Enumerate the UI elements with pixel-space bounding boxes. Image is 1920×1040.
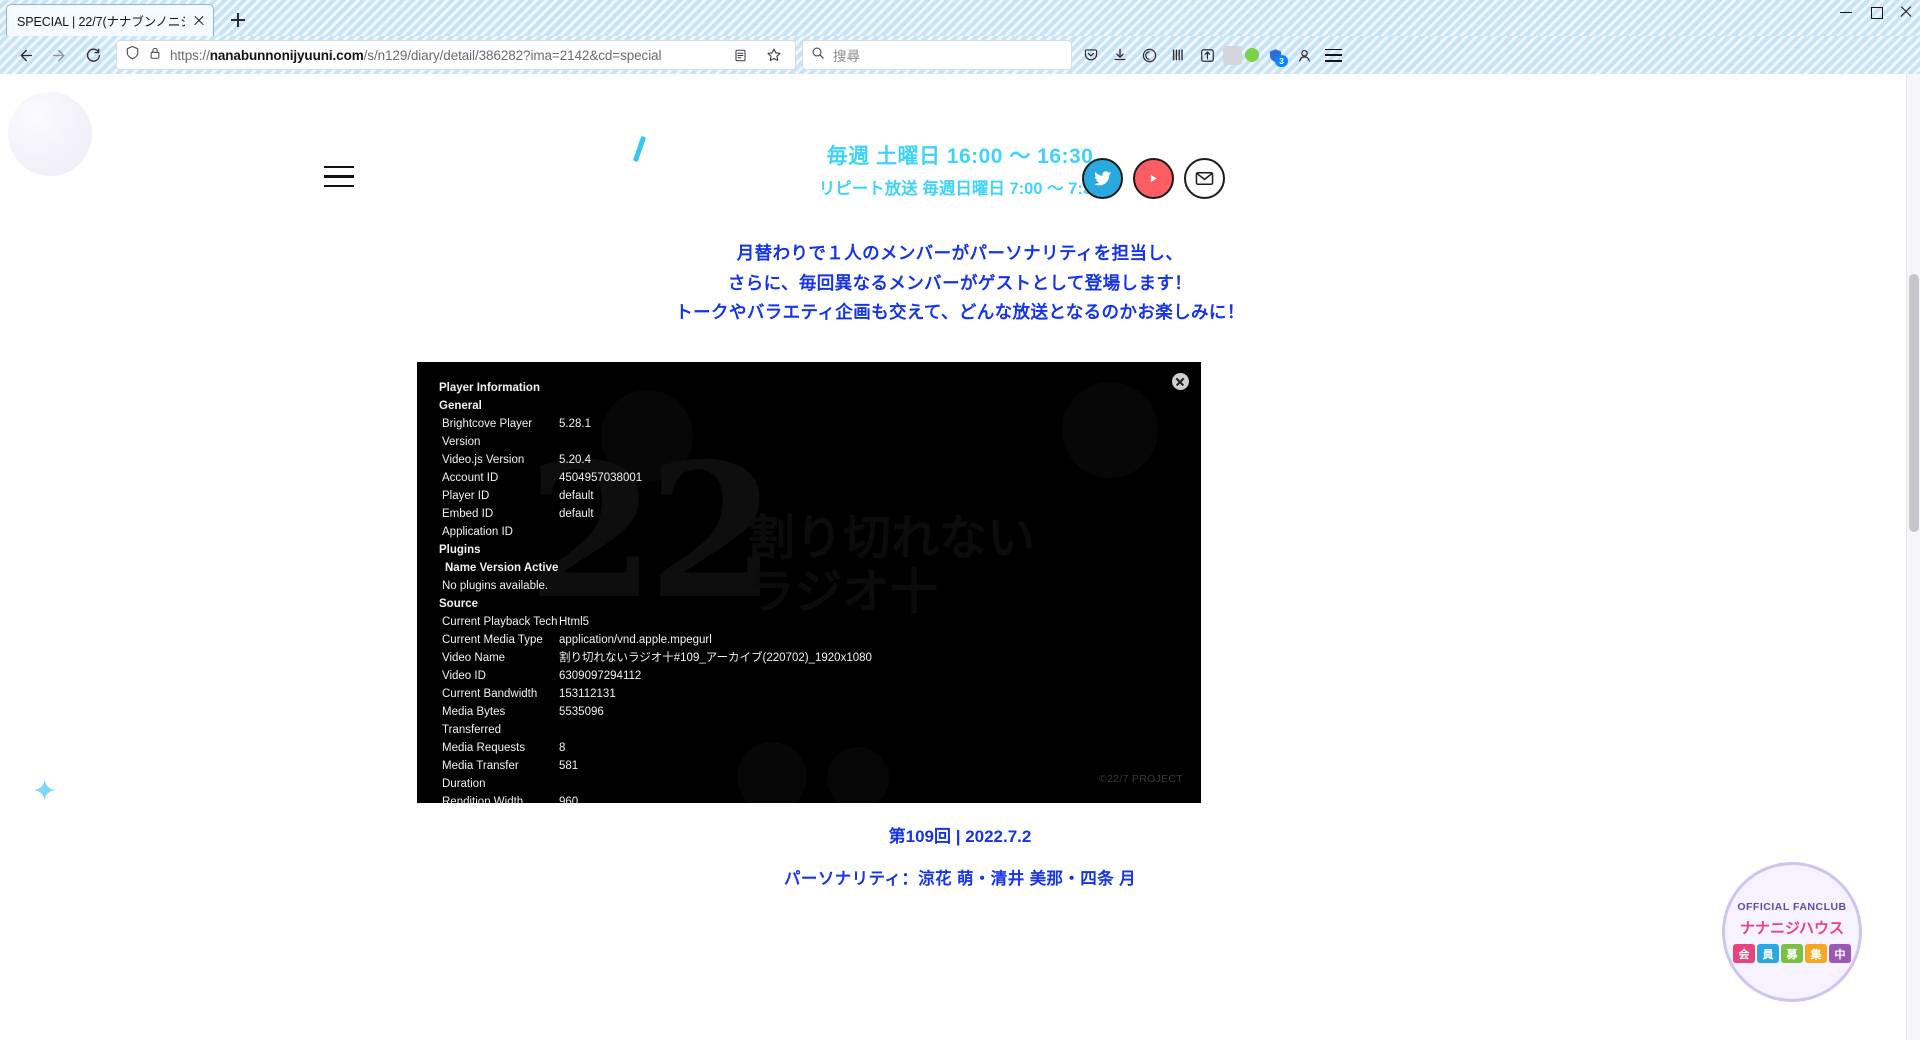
social-links bbox=[1082, 158, 1225, 199]
reader-view-icon[interactable] bbox=[727, 42, 753, 68]
info-row: Video ID 6309097294112 bbox=[442, 670, 642, 682]
address-bar[interactable]: https://nanabunnonijyuuni.com/s/n129/dia… bbox=[116, 40, 796, 70]
tab-strip: SPECIAL | 22/7(ナナブンノニジュウ bbox=[0, 0, 1920, 36]
tab-title: SPECIAL | 22/7(ナナブンノニジュウ bbox=[17, 15, 185, 29]
info-row: Media Bytes Transferred 5535096 bbox=[442, 706, 604, 736]
section-heading-general: General bbox=[439, 400, 482, 412]
forward-button[interactable] bbox=[42, 40, 76, 70]
section-heading-source: Source bbox=[439, 598, 478, 610]
navigation-toolbar: https://nanabunnonijyuuni.com/s/n129/dia… bbox=[0, 36, 1920, 74]
search-icon bbox=[811, 46, 825, 65]
window-controls bbox=[1838, 4, 1914, 20]
star-icon[interactable] bbox=[761, 42, 787, 68]
search-input[interactable]: 搜尋 bbox=[833, 45, 860, 65]
fanclub-chip: 集 bbox=[1805, 944, 1827, 963]
fanclub-chip: 中 bbox=[1829, 944, 1851, 963]
fanclub-chip: 員 bbox=[1757, 944, 1779, 963]
grid-icon[interactable] bbox=[1165, 42, 1191, 68]
schedule-line-1: 毎週 土曜日 16:00 〜 16:30 bbox=[826, 145, 1094, 168]
green-dot-icon[interactable] bbox=[1245, 48, 1259, 62]
url-text: https://nanabunnonijyuuni.com/s/n129/dia… bbox=[170, 47, 662, 63]
video-player[interactable]: 22 割り切れない ラジオ十 ©22/7 PROJECT Player Info… bbox=[417, 362, 1201, 803]
back-button[interactable] bbox=[8, 40, 42, 70]
fanclub-name: ナナニジハウス bbox=[1739, 920, 1845, 937]
notification-badge: 3 bbox=[1275, 55, 1288, 67]
info-row: Embed ID default bbox=[442, 508, 594, 520]
info-row: Current Playback Tech Html5 bbox=[442, 616, 590, 628]
program-description: 月替わりで１人のメンバーがパーソナリティを担当し、 さらに、毎回異なるメンバーが… bbox=[0, 239, 1920, 328]
app-menu-icon[interactable] bbox=[1320, 42, 1346, 68]
page-scrollbar[interactable] bbox=[1906, 74, 1920, 1040]
info-row: Media Requests 8 bbox=[442, 742, 566, 754]
tab-close-icon[interactable] bbox=[191, 13, 207, 29]
panel-title: Player Information bbox=[439, 382, 540, 394]
plugins-column-headers: Name Version Active bbox=[445, 562, 559, 574]
info-row: Application ID bbox=[442, 526, 513, 538]
info-row: Player ID default bbox=[442, 490, 594, 502]
info-row: Account ID 4504957038001 bbox=[442, 472, 643, 484]
fanclub-chip: 会 bbox=[1733, 944, 1755, 963]
broadcast-schedule: 毎週 土曜日 16:00 〜 16:30 リピート放送 毎週日曜日 7:00 〜… bbox=[0, 140, 1920, 199]
episode-number-date: 第109回 | 2022.7.2 bbox=[888, 827, 1032, 846]
maximize-icon[interactable] bbox=[1868, 4, 1884, 20]
close-window-icon[interactable] bbox=[1898, 4, 1914, 20]
twitter-icon[interactable] bbox=[1082, 158, 1123, 199]
downloads-icon[interactable] bbox=[1107, 42, 1133, 68]
info-row: Video.js Version 5.20.4 bbox=[442, 454, 591, 466]
fanclub-chips: 会 員 募 集 中 bbox=[1733, 944, 1851, 963]
info-row: Media Transfer Duration 581 bbox=[442, 760, 579, 790]
section-heading-plugins: Plugins bbox=[439, 544, 481, 556]
episode-personality: パーソナリティ：涼花 萌・清井 美那・四条 月 bbox=[784, 870, 1136, 888]
lock-icon[interactable] bbox=[148, 46, 162, 65]
search-bar[interactable]: 搜尋 bbox=[802, 40, 1072, 70]
pocket-icon[interactable] bbox=[1078, 42, 1104, 68]
zotero-icon[interactable] bbox=[1194, 42, 1220, 68]
youtube-icon[interactable] bbox=[1133, 158, 1174, 199]
minimize-icon[interactable] bbox=[1838, 4, 1854, 20]
browser-tab[interactable]: SPECIAL | 22/7(ナナブンノニジュウ bbox=[6, 4, 214, 36]
mail-icon[interactable] bbox=[1184, 158, 1225, 199]
extension-icon[interactable] bbox=[1223, 45, 1242, 65]
browser-window: SPECIAL | 22/7(ナナブンノニジュウ https:/ bbox=[0, 0, 1920, 1040]
info-row: Brightcove Player Version 5.28.1 bbox=[442, 418, 591, 448]
web-page-content: ✦ 毎週 土曜日 16:00 〜 16:30 リピート放送 毎週日曜日 7:00… bbox=[0, 74, 1920, 1040]
new-tab-button[interactable] bbox=[224, 6, 252, 34]
description-line-1: 月替わりで１人のメンバーがパーソナリティを担当し、 bbox=[736, 243, 1184, 263]
info-row: Rendition Width 960 bbox=[442, 796, 579, 803]
fanclub-badge[interactable]: OFFICIAL FANCLUB ナナニジハウス 会 員 募 集 中 bbox=[1722, 862, 1862, 1002]
player-information-panel: Player Information General Brightcove Pl… bbox=[439, 379, 872, 803]
fanclub-chip: 募 bbox=[1781, 944, 1803, 963]
info-row: Current Bandwidth 153112131 bbox=[442, 688, 616, 700]
plugins-empty-note: No plugins available. bbox=[442, 580, 549, 592]
fanclub-label: OFFICIAL FANCLUB bbox=[1737, 901, 1847, 913]
info-row: Video Name 割り切れないラジオ十#109_アーカイブ(220702)_1… bbox=[442, 652, 872, 664]
shield-blue-icon[interactable]: 3 bbox=[1262, 42, 1288, 68]
extension-toolbar: 3 bbox=[1078, 42, 1346, 68]
reload-button[interactable] bbox=[76, 40, 110, 70]
container-icon[interactable] bbox=[1136, 42, 1162, 68]
info-row: Current Media Type application/vnd.apple.… bbox=[442, 634, 712, 646]
description-line-3: トークやバラエティ企画も交えて、どんな放送となるのかお楽しみに！ bbox=[675, 302, 1245, 322]
close-info-button[interactable] bbox=[1172, 373, 1189, 390]
scrollbar-thumb[interactable] bbox=[1909, 274, 1919, 532]
sparkle-icon: ✦ bbox=[32, 775, 58, 808]
episode-info: 第109回 | 2022.7.2 パーソナリティ：涼花 萌・清井 美那・四条 月 bbox=[0, 822, 1920, 889]
copyright-text: ©22/7 PROJECT bbox=[1099, 773, 1183, 785]
account-icon[interactable] bbox=[1291, 42, 1317, 68]
schedule-line-2: リピート放送 毎週日曜日 7:00 〜 7:30 bbox=[818, 180, 1102, 198]
shield-icon[interactable] bbox=[125, 45, 140, 65]
description-line-2: さらに、毎回異なるメンバーがゲストとして登場します！ bbox=[727, 272, 1193, 293]
